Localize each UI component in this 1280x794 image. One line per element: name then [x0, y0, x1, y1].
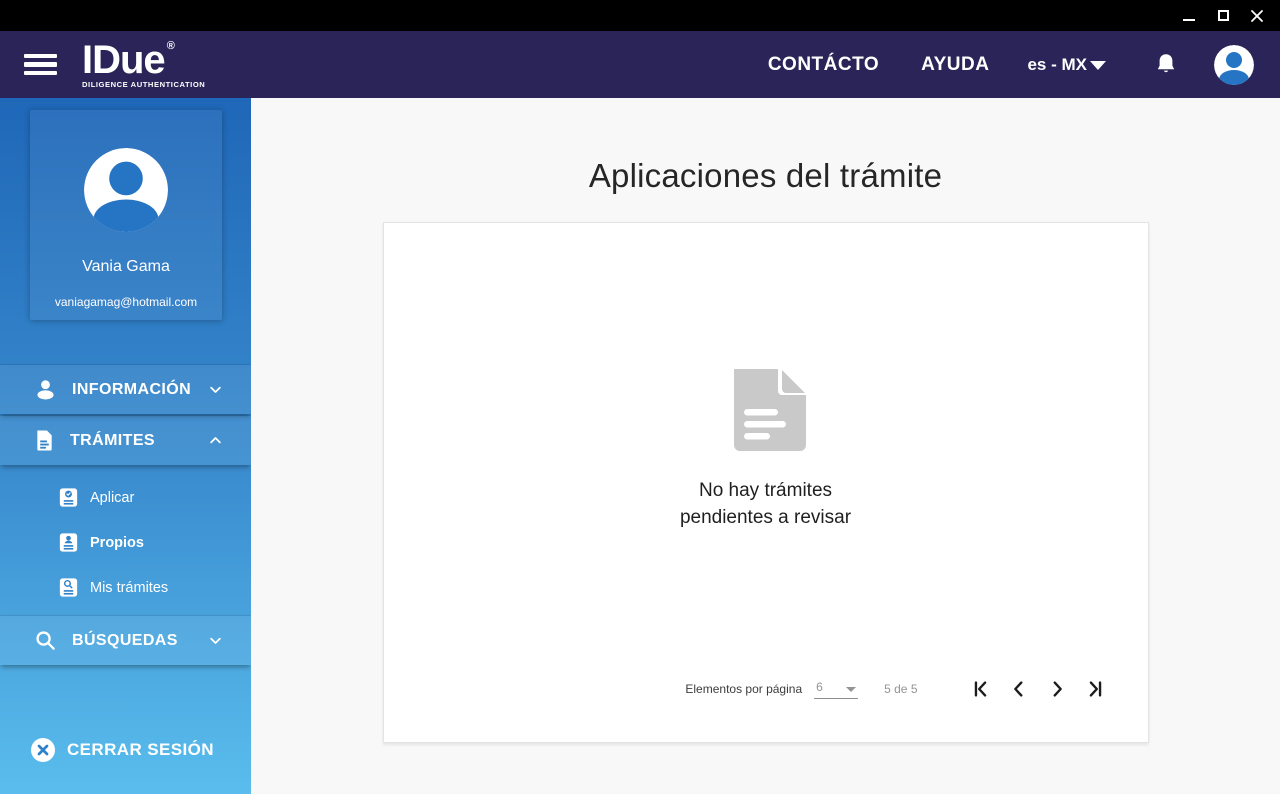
logo-subtitle: DILIGENCE AUTHENTICATION — [82, 80, 206, 90]
sidebar-menu: INFORMACIÓN TRÁMITES Aplicar Propios Mis… — [0, 365, 251, 667]
window-titlebar — [0, 0, 1280, 31]
logo-registered-mark: ® — [166, 40, 175, 53]
sidebar-item-informacion[interactable]: INFORMACIÓN — [0, 365, 251, 414]
language-value: es - MX — [1027, 54, 1087, 74]
chevron-down-icon — [1090, 61, 1106, 70]
sidebar-item-tramites[interactable]: TRÁMITES — [0, 416, 251, 465]
notifications-button[interactable] — [1154, 52, 1178, 78]
sidebar-item-busquedas[interactable]: BÚSQUEDAS — [0, 616, 251, 665]
empty-state: No hay trámites pendientes a revisar — [384, 223, 1148, 676]
tramites-submenu: Aplicar Propios Mis trámites — [0, 467, 251, 616]
search-icon — [34, 629, 57, 652]
items-per-page-value: 6 — [816, 679, 823, 694]
close-icon — [1251, 9, 1263, 22]
chevron-right-icon — [1053, 681, 1062, 697]
sidebar-item-label: Mis trámites — [90, 579, 169, 596]
profile-avatar — [84, 148, 168, 232]
empty-state-line1: No hay trámites — [698, 479, 833, 501]
person-icon — [34, 378, 57, 401]
last-page-icon — [1089, 681, 1101, 697]
empty-state-line2: pendientes a revisar — [679, 506, 852, 528]
chevron-down-icon — [208, 382, 223, 397]
chevron-down-icon — [208, 633, 223, 648]
main-content: Aplicaciones del trámite No hay trámites… — [251, 98, 1280, 794]
profile-email: vaniagamag@hotmail.com — [54, 295, 198, 309]
page-range-label: 5 de 5 — [884, 682, 918, 696]
content-card: No hay trámites pendientes a revisar Ele… — [382, 222, 1149, 743]
empty-state-message: No hay trámites pendientes a revisar — [680, 477, 851, 531]
close-circle-icon — [31, 738, 55, 762]
document-check-icon — [59, 487, 78, 508]
menu-toggle-button[interactable] — [24, 50, 57, 80]
items-per-page-select[interactable]: 6 — [814, 679, 859, 699]
user-avatar-icon — [1214, 44, 1254, 85]
last-page-button[interactable] — [1082, 676, 1108, 702]
previous-page-button[interactable] — [1006, 676, 1032, 702]
sidebar: Vania Gama vaniagamag@hotmail.com INFORM… — [0, 98, 251, 794]
logout-label: CERRAR SESIÓN — [67, 740, 214, 759]
empty-document-icon — [733, 368, 806, 451]
profile-name: Vania Gama — [82, 258, 170, 275]
app-logo[interactable]: IDue ® DILIGENCE AUTHENTICATION — [82, 40, 205, 89]
first-page-icon — [974, 681, 986, 697]
logo-text: IDue — [82, 38, 166, 83]
nav-ayuda[interactable]: AYUDA — [921, 54, 989, 76]
language-selector[interactable]: es - MX — [1027, 55, 1106, 75]
sidebar-item-label: BÚSQUEDAS — [72, 631, 178, 649]
bell-icon — [1157, 53, 1175, 72]
sidebar-item-label: INFORMACIÓN — [72, 380, 192, 398]
app-header: IDue ® DILIGENCE AUTHENTICATION CONTÁCTO… — [0, 31, 1280, 98]
nav-contacto[interactable]: CONTÁCTO — [768, 54, 879, 76]
chevron-left-icon — [1013, 681, 1022, 697]
next-page-button[interactable] — [1044, 676, 1070, 702]
sidebar-item-label: TRÁMITES — [70, 431, 155, 449]
pagination-nav — [956, 676, 1108, 702]
sidebar-item-aplicar[interactable]: Aplicar — [0, 475, 251, 520]
close-button[interactable] — [1240, 3, 1274, 29]
profile-card: Vania Gama vaniagamag@hotmail.com — [30, 110, 222, 320]
first-page-button[interactable] — [968, 676, 994, 702]
document-person-icon — [59, 532, 78, 553]
header-nav: CONTÁCTO AYUDA es - MX — [768, 44, 1254, 85]
chevron-down-icon — [846, 686, 857, 692]
pagination: Elementos por página 6 5 de 5 — [384, 676, 1108, 702]
user-avatar[interactable] — [1214, 44, 1254, 85]
page-title: Aplicaciones del trámite — [588, 157, 943, 194]
minimize-icon — [1183, 19, 1195, 21]
chevron-up-icon — [208, 433, 223, 448]
app-window: IDue ® DILIGENCE AUTHENTICATION CONTÁCTO… — [0, 0, 1280, 794]
maximize-button[interactable] — [1206, 3, 1240, 29]
sidebar-item-label: Aplicar — [90, 489, 135, 506]
hamburger-icon — [24, 53, 57, 76]
maximize-icon — [1217, 10, 1229, 21]
items-per-page-label: Elementos por página — [685, 682, 803, 696]
sidebar-item-propios[interactable]: Propios — [0, 520, 251, 565]
logout-button[interactable]: CERRAR SESIÓN — [0, 738, 251, 762]
sidebar-item-mis-tramites[interactable]: Mis trámites — [0, 565, 251, 610]
document-icon — [34, 429, 55, 452]
document-search-icon — [59, 577, 78, 598]
sidebar-item-label: Propios — [90, 534, 144, 551]
user-avatar-icon — [84, 148, 168, 232]
minimize-button[interactable] — [1172, 3, 1206, 29]
